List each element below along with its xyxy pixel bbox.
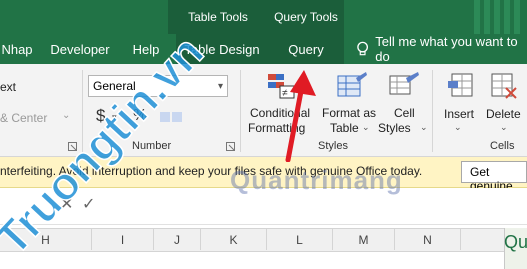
chevron-down-icon: ⌄ xyxy=(454,122,462,132)
chevron-down-icon: ⌄ xyxy=(500,122,508,132)
get-genuine-button[interactable]: Get genuine xyxy=(461,161,527,193)
tell-me-search[interactable]: Tell me what you want to do xyxy=(356,34,527,64)
watermark-logo: Truongtin.vn xyxy=(0,30,214,260)
delete-cells-icon xyxy=(491,73,517,99)
chevron-down-icon: ⌄ xyxy=(420,122,428,132)
column-header[interactable]: N xyxy=(395,229,461,250)
insert-cells-icon xyxy=(448,73,473,97)
insert-cells-button[interactable]: Insert ⌄ xyxy=(440,70,482,136)
watermark-overlay: Quantrimang xyxy=(230,165,403,195)
query-pane-title: Qu xyxy=(504,232,527,252)
column-header[interactable]: L xyxy=(267,229,333,250)
group-divider xyxy=(432,70,433,152)
cell-styles-label-2: Styles xyxy=(378,121,411,135)
watermark-text: Truongtin.vn xyxy=(0,30,213,260)
column-header[interactable]: M xyxy=(333,229,395,250)
context-tab-query-tools: Query Tools xyxy=(268,0,344,34)
delete-label: Delete xyxy=(486,107,521,121)
insert-label: Insert xyxy=(444,107,475,121)
cell-styles-icon xyxy=(389,72,419,95)
chevron-down-icon: ⌄ xyxy=(362,122,370,132)
cell-styles-button[interactable]: Cell Styles ⌄ xyxy=(378,70,428,136)
tab-query[interactable]: Query xyxy=(268,34,344,64)
tell-me-label: Tell me what you want to do xyxy=(375,34,518,64)
context-tab-table-tools: Table Tools xyxy=(168,0,268,34)
format-as-table-icon xyxy=(337,72,367,97)
cell-styles-label-1: Cell xyxy=(394,106,415,120)
lightbulb-icon xyxy=(357,41,369,56)
format-as-table-label-2: Table xyxy=(330,121,359,135)
delete-cells-button[interactable]: Delete ⌄ xyxy=(484,70,527,136)
title-bar-decoration xyxy=(474,0,520,34)
cells-group-label: Cells xyxy=(490,140,515,152)
pointer-arrow-icon xyxy=(285,70,316,162)
